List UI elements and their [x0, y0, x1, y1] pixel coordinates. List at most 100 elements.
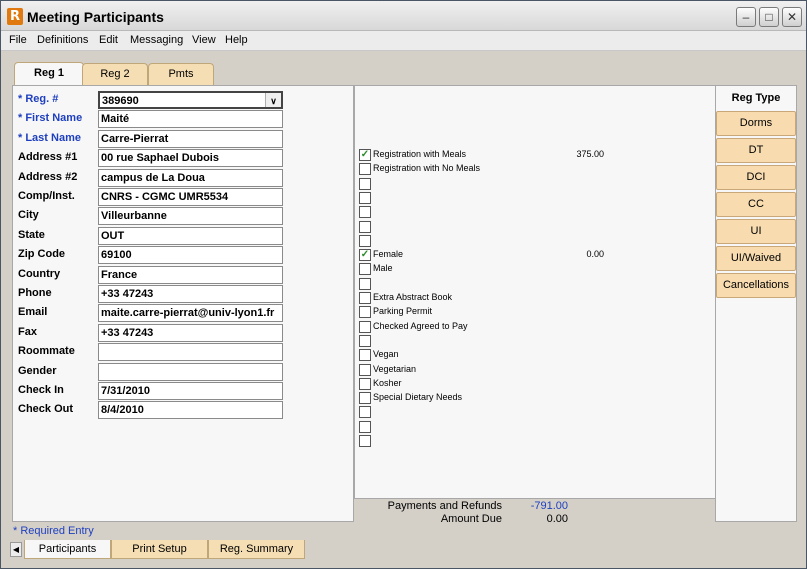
option-label: Checked Agreed to Pay: [373, 320, 468, 331]
option-checkbox[interactable]: [359, 220, 371, 233]
field-label: Country: [18, 267, 61, 280]
reg-type-button[interactable]: UI: [716, 219, 796, 244]
close-button[interactable]: ✕: [782, 7, 802, 27]
menu-file[interactable]: File: [9, 34, 27, 46]
menu-view[interactable]: View: [192, 34, 216, 46]
option-checkbox[interactable]: [359, 277, 371, 290]
field-input[interactable]: 8/4/2010: [98, 401, 283, 420]
field-input[interactable]: campus de La Doua: [98, 168, 283, 187]
option-checkbox[interactable]: [359, 420, 371, 433]
field-label: Zip Code: [18, 248, 66, 261]
option-checkbox[interactable]: [359, 163, 371, 176]
menu-help[interactable]: Help: [225, 34, 248, 46]
option-checkbox[interactable]: [359, 234, 371, 247]
option-checkbox[interactable]: [359, 334, 371, 347]
title-bar[interactable]: R Meeting Participants – □ ✕: [1, 1, 806, 31]
tab-reg-1[interactable]: Reg 1: [14, 62, 84, 86]
option-checkbox[interactable]: ✓: [359, 249, 371, 262]
field-value: Villeurbanne: [101, 210, 167, 223]
field-label: Fax: [18, 325, 37, 338]
minimize-button[interactable]: –: [736, 7, 756, 27]
option-checkbox[interactable]: [359, 177, 371, 190]
field-value: Maité: [101, 113, 130, 126]
field-input[interactable]: maite.carre-pierrat@univ-lyon1.fr: [98, 304, 283, 323]
reg-type-button[interactable]: Dorms: [716, 111, 796, 136]
field-input[interactable]: 69100: [98, 246, 283, 265]
field-label: * First Name: [18, 112, 83, 125]
field-label: * Reg. #: [18, 93, 59, 105]
option-label: Male: [373, 263, 393, 274]
option-checkbox[interactable]: [359, 292, 371, 304]
option-label: Extra Abstract Book: [373, 292, 453, 302]
option-label: Vegan: [373, 349, 399, 360]
field-value: Carre-Pierrat: [101, 132, 169, 145]
option-checkbox[interactable]: [359, 306, 371, 319]
field-input[interactable]: [98, 343, 283, 362]
reg-type-button[interactable]: DT: [716, 138, 796, 163]
field-value: France: [101, 268, 138, 281]
option-checkbox[interactable]: [359, 377, 371, 390]
option-checkbox[interactable]: [359, 392, 371, 405]
field-input[interactable]: +33 47243: [98, 285, 283, 303]
option-checkbox[interactable]: ✓: [359, 149, 371, 161]
field-input[interactable]: +33 47243: [98, 323, 283, 342]
field-label: Phone: [18, 287, 52, 299]
option-amount: 375.00: [576, 149, 604, 159]
option-checkbox[interactable]: [359, 349, 371, 362]
reg-type-title: Reg Type: [731, 92, 781, 104]
option-checkbox[interactable]: [359, 406, 371, 419]
amount-due-value: 0.00: [546, 513, 568, 525]
field-label: * Last Name: [18, 131, 81, 144]
field-label: Address #2: [18, 170, 78, 183]
app-window: R Meeting Participants – □ ✕ File Defini…: [0, 0, 807, 569]
field-label: Check Out: [18, 403, 74, 416]
field-value: maite.carre-pierrat@univ-lyon1.fr: [101, 307, 275, 320]
field-label: Address #1: [18, 151, 78, 164]
reg-type-button[interactable]: Cancellations: [716, 273, 796, 298]
reg-type-button[interactable]: DCI: [716, 165, 796, 190]
client-area: Reg 1 Reg 2 Pmts * Reg. # 389690 ∨ * First …: [2, 52, 805, 568]
menu-definitions[interactable]: Definitions: [37, 34, 88, 46]
option-checkbox[interactable]: [359, 435, 371, 447]
option-amount: 0.00: [586, 249, 604, 260]
tab-pmts[interactable]: Pmts: [148, 63, 214, 85]
reg-type-button[interactable]: CC: [716, 192, 796, 217]
tab-participants[interactable]: Participants: [24, 540, 111, 559]
field-input[interactable]: 7/31/2010: [98, 382, 283, 400]
option-label: Special Dietary Needs: [373, 392, 463, 403]
tab-reg-2[interactable]: Reg 2: [82, 63, 148, 85]
option-checkbox[interactable]: [359, 363, 371, 376]
option-checkbox[interactable]: [359, 206, 371, 219]
field-input[interactable]: 389690 ∨: [98, 91, 283, 109]
option-label: Parking Permit: [373, 306, 433, 317]
option-checkbox[interactable]: [359, 263, 371, 276]
field-value: +33 47243: [101, 326, 154, 339]
field-input[interactable]: Villeurbanne: [98, 207, 283, 226]
field-label: State: [18, 228, 45, 241]
option-checkbox[interactable]: [359, 320, 371, 333]
payments-label: Payments and Refunds: [387, 500, 502, 512]
menu-messaging[interactable]: Messaging: [130, 34, 183, 46]
field-input[interactable]: [98, 362, 283, 381]
tab-reg-summary[interactable]: Reg. Summary: [208, 540, 305, 559]
field-input[interactable]: CNRS - CGMC UMR5534: [98, 188, 283, 206]
field-label: Comp/Inst.: [18, 190, 75, 202]
maximize-button[interactable]: □: [759, 7, 779, 27]
field-input[interactable]: France: [98, 265, 283, 284]
menu-edit[interactable]: Edit: [99, 34, 118, 46]
field-input[interactable]: Carre-Pierrat: [98, 129, 283, 148]
option-label: Vegetarian: [373, 363, 417, 374]
scroll-left-arrow-icon[interactable]: ◀: [10, 542, 22, 557]
registration-form: * Reg. # 389690 ∨ * First Name Maité * Last N…: [12, 85, 354, 522]
field-input[interactable]: Maité: [98, 110, 283, 129]
field-input[interactable]: OUT: [98, 226, 283, 245]
field-input[interactable]: 00 rue Saphael Dubois: [98, 149, 283, 168]
option-checkbox[interactable]: [359, 191, 371, 204]
field-label: City: [18, 209, 39, 222]
field-value: 00 rue Saphael Dubois: [101, 152, 219, 165]
field-label: Email: [18, 306, 48, 319]
tab-print-setup[interactable]: Print Setup: [111, 540, 208, 559]
field-value: 7/31/2010: [101, 385, 150, 397]
reg-type-button[interactable]: UI/Waived: [716, 246, 796, 271]
chevron-down-icon[interactable]: ∨: [265, 93, 281, 107]
